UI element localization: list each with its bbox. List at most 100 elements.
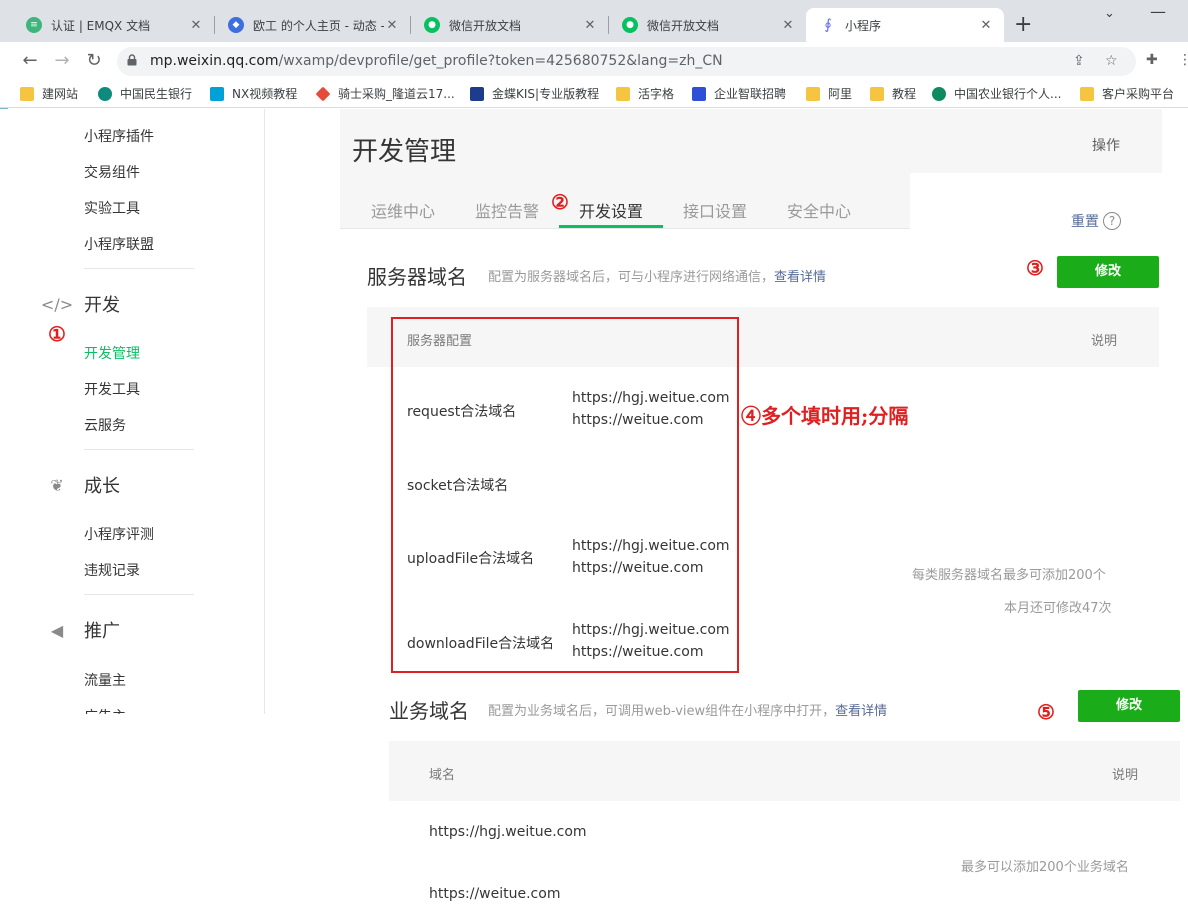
- business-domain-row: https://hgj.weitue.com: [429, 824, 587, 840]
- bookmark-item[interactable]: 客户采购平台: [1080, 85, 1174, 102]
- miniprogram-favicon-icon: ∮: [820, 17, 836, 33]
- bookmark-item[interactable]: 金蝶KIS|专业版教程: [470, 85, 599, 102]
- bookmark-item[interactable]: 阿里: [806, 85, 852, 102]
- sidebar-item-evaluation[interactable]: 小程序评测: [84, 524, 154, 544]
- annotation-marker-5: ⑤: [1037, 700, 1055, 724]
- browser-tabstrip: ≡ 认证 | EMQX 文档 ✕ ◆ 欧工 的个人主页 - 动态 - ✕ ● 微…: [0, 0, 1188, 42]
- bookmark-star-icon[interactable]: ☆: [1105, 53, 1118, 69]
- megaphone-icon: ◀: [50, 620, 64, 640]
- folder-icon: [1080, 86, 1094, 101]
- code-icon: </>: [40, 294, 74, 314]
- close-tab-icon[interactable]: ✕: [582, 18, 598, 33]
- forward-arrow-icon[interactable]: →: [50, 49, 74, 73]
- business-table-header: [389, 741, 1180, 801]
- sidebar-item-advertiser[interactable]: 广告主: [84, 706, 126, 714]
- bookmark-item[interactable]: 企业智联招聘: [692, 85, 786, 102]
- business-domain-edit-button[interactable]: 修改: [1078, 690, 1180, 722]
- bilibili-icon: [210, 86, 224, 101]
- folder-icon: [616, 86, 630, 101]
- tab-search-chevron-icon[interactable]: ⌄: [1104, 6, 1115, 21]
- sidebar-item-dev-tools[interactable]: 开发工具: [84, 379, 140, 399]
- business-domain-limit-note: 最多可以添加200个业务域名: [961, 860, 1129, 875]
- sidebar-item-dev-manage[interactable]: 开发管理: [84, 343, 140, 363]
- close-tab-icon[interactable]: ✕: [384, 18, 400, 33]
- folder-icon: [20, 86, 34, 101]
- annotation-marker-2: ②: [551, 190, 569, 214]
- annotation-marker-1: ①: [48, 322, 66, 346]
- tab-api-settings[interactable]: 接口设置: [683, 198, 747, 222]
- tab-monitoring[interactable]: 监控告警: [475, 198, 539, 222]
- help-icon[interactable]: ?: [1103, 212, 1121, 230]
- browser-tab-active[interactable]: ∮ 小程序 ✕: [806, 8, 1004, 42]
- menu-dots-icon[interactable]: ⋮: [1178, 52, 1188, 68]
- bookmarks-bar: 建网站 中国民生银行 NX视频教程 骑士采购_隆道云17... 金蝶KIS|专业…: [0, 80, 1188, 108]
- business-domain-detail-link[interactable]: 查看详情: [835, 704, 887, 719]
- diamond-icon: [315, 86, 331, 101]
- tab-dev-settings[interactable]: 开发设置: [579, 198, 643, 222]
- back-arrow-icon[interactable]: ←: [18, 49, 42, 73]
- emqx-favicon-icon: ≡: [26, 17, 42, 33]
- sidebar-item-violations[interactable]: 违规记录: [84, 560, 140, 580]
- annotation-highlight-box: [391, 317, 739, 673]
- sidebar-section-promote[interactable]: ◀ 推广: [46, 617, 120, 643]
- bookmark-item[interactable]: 教程: [870, 85, 916, 102]
- close-tab-icon[interactable]: ✕: [978, 18, 994, 33]
- browser-toolbar: ← → ↻ mp.weixin.qq.com/wxamp/devprofile/…: [0, 42, 1188, 80]
- sidebar-item-trade[interactable]: 交易组件: [84, 162, 140, 182]
- page-title: 开发管理: [352, 137, 457, 167]
- sidebar-section-develop[interactable]: </> 开发: [40, 291, 120, 317]
- address-bar[interactable]: mp.weixin.qq.com/wxamp/devprofile/get_pr…: [117, 47, 1136, 76]
- lock-icon: [127, 54, 137, 66]
- zhilian-icon: [692, 86, 706, 101]
- server-domain-limit-note: 每类服务器域名最多可添加200个: [912, 568, 1106, 583]
- sprout-icon: ❦: [50, 475, 64, 495]
- folder-icon: [870, 86, 884, 101]
- bookmark-item[interactable]: 骑士采购_隆道云17...: [315, 85, 455, 102]
- url-text: mp.weixin.qq.com/wxamp/devprofile/get_pr…: [150, 53, 723, 69]
- browser-tab[interactable]: ≡ 认证 | EMQX 文档 ✕: [12, 8, 214, 42]
- active-tab-indicator: [559, 225, 663, 228]
- wechat-favicon-icon: ●: [622, 17, 638, 33]
- server-domain-desc: 配置为服务器域名后，可与小程序进行网络通信，查看详情: [488, 270, 827, 285]
- bookmark-item[interactable]: 中国农业银行个人...: [932, 85, 1061, 102]
- business-col-note: 说明: [1112, 768, 1139, 783]
- server-col-note: 说明: [1091, 334, 1118, 349]
- sidebar-item-cloud[interactable]: 云服务: [84, 415, 126, 435]
- abc-icon: [932, 86, 946, 101]
- wechat-favicon-icon: ●: [424, 17, 440, 33]
- browser-tab[interactable]: ● 微信开放文档 ✕: [608, 8, 806, 42]
- share-icon[interactable]: ⇪: [1073, 53, 1085, 69]
- sidebar-divider: [84, 594, 194, 595]
- extensions-puzzle-icon[interactable]: ✚: [1146, 52, 1158, 68]
- reload-icon[interactable]: ↻: [82, 49, 106, 73]
- browser-tab[interactable]: ◆ 欧工 的个人主页 - 动态 - ✕: [214, 8, 410, 42]
- tab-ops-center[interactable]: 运维中心: [371, 198, 435, 222]
- operation-link[interactable]: 操作: [1092, 135, 1120, 155]
- sidebar-item-union[interactable]: 小程序联盟: [84, 234, 154, 254]
- sidebar-divider: [84, 268, 194, 269]
- page-content: 小程序插件 交易组件 实验工具 小程序联盟 </> 开发 开发管理 开发工具 云…: [0, 109, 1188, 918]
- sidebar: 小程序插件 交易组件 实验工具 小程序联盟 </> 开发 开发管理 开发工具 云…: [0, 109, 265, 714]
- new-tab-button[interactable]: +: [1014, 12, 1032, 37]
- bookmark-item[interactable]: NX视频教程: [210, 85, 297, 102]
- tab-security[interactable]: 安全中心: [787, 198, 851, 222]
- kingdee-icon: [470, 86, 484, 101]
- sidebar-item-traffic[interactable]: 流量主: [84, 670, 126, 690]
- bookmark-item[interactable]: 活字格: [616, 85, 674, 102]
- sidebar-item-plugins[interactable]: 小程序插件: [84, 126, 154, 146]
- bookmark-item[interactable]: 建网站: [20, 85, 78, 102]
- juejin-favicon-icon: ◆: [228, 17, 244, 33]
- sidebar-section-growth[interactable]: ❦ 成长: [46, 472, 120, 498]
- cmbc-icon: [98, 86, 112, 101]
- sidebar-item-lab[interactable]: 实验工具: [84, 198, 140, 218]
- server-domain-detail-link[interactable]: 查看详情: [774, 270, 826, 285]
- server-domain-edit-button[interactable]: 修改: [1057, 256, 1159, 288]
- bookmark-item[interactable]: 中国民生银行: [98, 85, 192, 102]
- page-header: [340, 109, 1162, 173]
- annotation-marker-3: ③: [1026, 256, 1044, 280]
- close-tab-icon[interactable]: ✕: [188, 18, 204, 33]
- browser-tab[interactable]: ● 微信开放文档 ✕: [410, 8, 608, 42]
- close-tab-icon[interactable]: ✕: [780, 18, 796, 33]
- minimize-icon[interactable]: —: [1150, 2, 1166, 21]
- reset-link[interactable]: 重置 ?: [1071, 211, 1121, 231]
